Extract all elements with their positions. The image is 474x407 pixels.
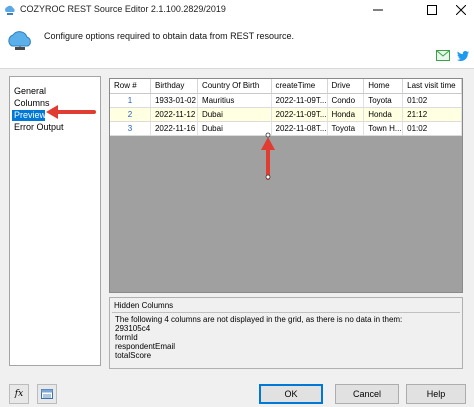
mail-icon[interactable] — [436, 50, 450, 61]
table-row[interactable]: 1 1933-01-02 Mauritius 2022-11-09T... Co… — [110, 93, 462, 108]
table-cell: 2 — [110, 107, 151, 122]
variables-icon — [41, 389, 53, 399]
table-cell: Condo — [327, 93, 365, 108]
column-header-last-visit-time[interactable]: Last visit time — [402, 79, 462, 94]
table-cell: Town H... — [363, 121, 404, 136]
hidden-column-name: formId — [115, 333, 138, 342]
ok-button[interactable]: OK — [259, 384, 323, 404]
minimize-icon — [373, 9, 383, 11]
table-cell: Honda — [327, 107, 365, 122]
variables-button[interactable] — [37, 384, 57, 404]
close-button[interactable] — [441, 0, 474, 20]
column-header-drive[interactable]: Drive — [327, 79, 365, 94]
table-cell: 01:02 — [402, 121, 462, 136]
annotation-arrow-up-icon — [261, 132, 275, 180]
table-cell: Toyota — [327, 121, 365, 136]
table-row[interactable]: 3 2022-11-16 Dubai 2022-11-08T... Toyota… — [110, 121, 462, 136]
table-cell: 3 — [110, 121, 151, 136]
app-icon — [5, 5, 15, 15]
close-icon — [456, 5, 466, 15]
minimize-button[interactable] — [358, 0, 398, 20]
table-cell: 2022-11-09T... — [271, 93, 328, 108]
column-header-country-of-birth[interactable]: Country Of Birth — [197, 79, 272, 94]
twitter-icon[interactable] — [457, 51, 469, 61]
annotation-arrow-left-icon — [46, 105, 96, 119]
maximize-icon — [427, 5, 437, 15]
table-cell: 01:02 — [402, 93, 462, 108]
column-header-createtime[interactable]: createTime — [271, 79, 328, 94]
table-cell: Mauritius — [197, 93, 272, 108]
nav-item-general[interactable]: General — [12, 86, 46, 97]
column-header-home[interactable]: Home — [363, 79, 404, 94]
grid-header-row: Row # Birthday Country Of Birth createTi… — [110, 79, 462, 94]
table-cell: 21:12 — [402, 107, 462, 122]
hidden-column-name: totalScore — [115, 351, 152, 360]
hidden-columns-title: Hidden Columns — [114, 301, 174, 310]
cloud-icon — [8, 31, 31, 50]
hidden-columns-text: The following 4 columns are not displaye… — [112, 312, 460, 367]
column-header-row-number[interactable]: Row # — [110, 79, 151, 94]
window-title: COZYROC REST Source Editor 2.1.100.2829/… — [20, 4, 226, 14]
nav-item-error-output[interactable]: Error Output — [12, 122, 64, 133]
table-cell: 2022-11-16 — [150, 121, 198, 136]
help-button[interactable]: Help — [406, 384, 466, 404]
expression-button[interactable]: fx — [9, 384, 29, 404]
table-cell: 1933-01-02 — [150, 93, 198, 108]
table-cell: 1 — [110, 93, 151, 108]
main-area: General Columns Preview Error Output Row… — [0, 68, 474, 407]
table-cell: 2022-11-08T... — [271, 121, 328, 136]
hidden-column-name: 293105c4 — [115, 324, 151, 333]
table-cell: Toyota — [363, 93, 404, 108]
title-bar: COZYROC REST Source Editor 2.1.100.2829/… — [0, 0, 474, 20]
table-cell: 2022-11-09T... — [271, 107, 328, 122]
fx-icon: fx — [14, 389, 24, 399]
table-row[interactable]: 2 2022-11-12 Dubai 2022-11-09T... Honda … — [110, 107, 462, 122]
header-description: Configure options required to obtain dat… — [44, 31, 294, 41]
hidden-column-name: respondentEmail — [115, 342, 176, 351]
cancel-button[interactable]: Cancel — [335, 384, 399, 404]
table-cell: Dubai — [197, 107, 272, 122]
table-cell: 2022-11-12 — [150, 107, 198, 122]
preview-grid[interactable]: Row # Birthday Country Of Birth createTi… — [109, 78, 463, 293]
column-header-birthday[interactable]: Birthday — [150, 79, 198, 94]
table-cell: Honda — [363, 107, 404, 122]
preview-table: Row # Birthday Country Of Birth createTi… — [110, 79, 462, 136]
nav-item-preview[interactable]: Preview — [12, 110, 46, 121]
editor-header: Configure options required to obtain dat… — [0, 20, 474, 68]
hidden-columns-message: The following 4 columns are not displaye… — [115, 315, 403, 324]
hidden-columns-panel: Hidden Columns The following 4 columns a… — [109, 297, 463, 369]
